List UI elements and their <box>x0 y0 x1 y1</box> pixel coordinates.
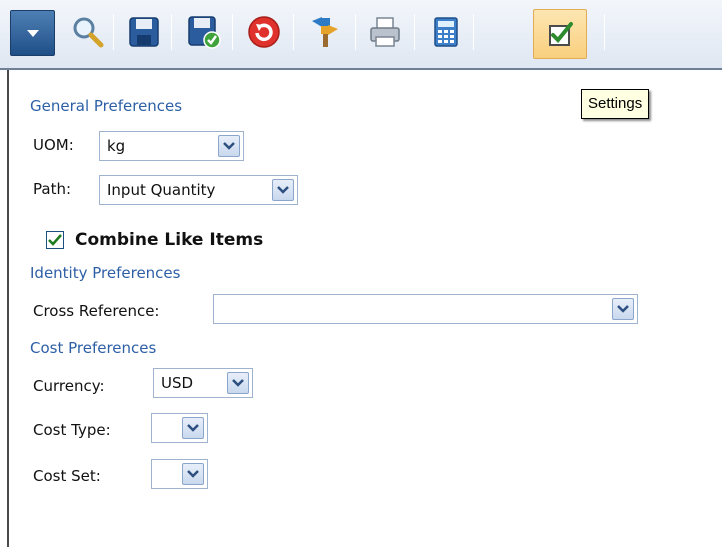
path-value: Input Quantity <box>107 181 216 199</box>
chevron-down-icon <box>187 424 199 432</box>
uom-select[interactable]: kg <box>99 131 244 161</box>
combine-like-items-checkbox[interactable] <box>46 231 64 249</box>
cost-type-dropdown-button[interactable] <box>182 417 204 439</box>
path-dropdown-button[interactable] <box>272 179 294 201</box>
calculator-button[interactable] <box>426 10 466 54</box>
toolbar <box>0 0 722 70</box>
save-button[interactable] <box>124 10 164 54</box>
uom-dropdown-button[interactable] <box>218 135 240 157</box>
currency-dropdown-button[interactable] <box>227 372 249 394</box>
cost-set-dropdown-button[interactable] <box>182 463 204 485</box>
currency-value: USD <box>161 374 194 392</box>
chevron-down-icon <box>617 305 629 313</box>
cross-reference-select[interactable] <box>213 294 638 324</box>
path-select[interactable]: Input Quantity <box>99 175 298 205</box>
uom-value: kg <box>107 137 126 155</box>
checkmark-icon <box>48 234 62 246</box>
cost-set-label: Cost Set: <box>33 467 101 485</box>
cost-type-select[interactable] <box>151 413 208 443</box>
chevron-down-icon <box>232 379 244 387</box>
save-and-validate-button[interactable] <box>184 10 224 54</box>
undo-button[interactable] <box>244 10 284 54</box>
general-preferences-heading: General Preferences <box>30 97 183 115</box>
uom-label: UOM: <box>33 136 74 154</box>
settings-tooltip: Settings <box>581 89 650 119</box>
settings-icon <box>549 22 573 46</box>
save-icon <box>129 17 159 47</box>
cost-preferences-heading: Cost Preferences <box>30 339 157 357</box>
undo-icon <box>248 16 280 48</box>
signpost-button[interactable] <box>305 10 345 54</box>
print-button[interactable] <box>365 10 405 54</box>
calculator-icon <box>434 17 458 47</box>
signpost-icon <box>312 17 338 47</box>
chevron-down-icon <box>26 29 39 37</box>
search-icon <box>73 17 104 48</box>
panel-left-border <box>7 70 9 547</box>
path-label: Path: <box>33 180 72 198</box>
currency-label: Currency: <box>33 377 105 395</box>
cost-set-select[interactable] <box>151 459 208 489</box>
settings-button[interactable] <box>533 9 587 59</box>
cross-reference-label: Cross Reference: <box>33 302 160 320</box>
menu-dropdown-button[interactable] <box>10 10 55 56</box>
chevron-down-icon <box>187 470 199 478</box>
search-button[interactable] <box>68 10 108 54</box>
print-icon <box>370 17 400 47</box>
save-and-validate-icon <box>188 16 221 49</box>
chevron-down-icon <box>223 142 235 150</box>
cross-reference-dropdown-button[interactable] <box>612 298 634 320</box>
cost-type-label: Cost Type: <box>33 421 111 439</box>
combine-like-items-label: Combine Like Items <box>75 230 264 250</box>
currency-select[interactable]: USD <box>153 368 253 398</box>
identity-preferences-heading: Identity Preferences <box>30 264 181 282</box>
chevron-down-icon <box>277 186 289 194</box>
